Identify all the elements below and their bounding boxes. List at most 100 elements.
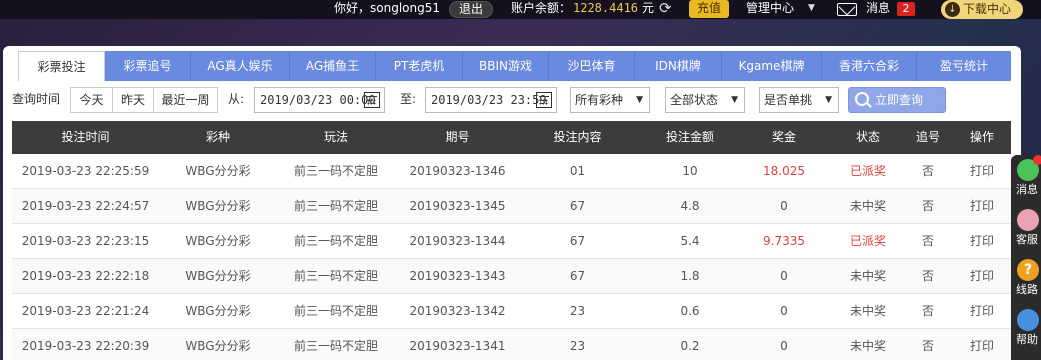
tab-lottery-bet[interactable]: 彩票投注 bbox=[18, 51, 105, 81]
sidebar-label: 帮助 bbox=[1016, 333, 1038, 346]
print-link[interactable]: 打印 bbox=[958, 224, 1006, 259]
filter-bar: 查询时间 今天 昨天 最近一周 从: 2019/03/23 00:00 至: 2… bbox=[3, 87, 1021, 115]
chevron-down-icon[interactable]: ▼ bbox=[808, 0, 815, 19]
cell-bet-content: 01 bbox=[569, 164, 586, 178]
download-center-button[interactable]: ↓ 下载中心 bbox=[941, 0, 1023, 19]
cell-issue: 20190323-1345 bbox=[409, 199, 506, 213]
print-link[interactable]: 打印 bbox=[958, 154, 1006, 189]
cell-chase: 否 bbox=[921, 269, 934, 283]
chevron-down-icon: ▼ bbox=[636, 95, 643, 105]
cell-status: 已派奖 bbox=[849, 234, 886, 248]
sidebar-label: 消息 bbox=[1016, 183, 1038, 196]
status-select[interactable]: 全部状态 ▼ bbox=[665, 87, 745, 113]
cell-play-type: 前三一码不定胆 bbox=[293, 339, 378, 353]
cell-bet-amount: 0.2 bbox=[680, 339, 700, 353]
tab-kgame-chess[interactable]: Kgame棋牌 bbox=[722, 51, 822, 81]
cell-chase: 否 bbox=[921, 339, 934, 353]
header-lottery: 彩种 bbox=[205, 130, 230, 144]
print-link[interactable]: 打印 bbox=[958, 329, 1006, 360]
cell-play-type: 前三一码不定胆 bbox=[293, 234, 378, 248]
tab-lottery-chase[interactable]: 彩票追号 bbox=[105, 51, 191, 81]
cell-bet-content: 23 bbox=[569, 304, 586, 318]
sidebar-item-help[interactable]: 帮助 bbox=[1011, 305, 1041, 355]
print-link[interactable]: 打印 bbox=[958, 259, 1006, 294]
calendar-icon[interactable] bbox=[536, 92, 552, 108]
sidebar-item-support[interactable]: 客服 bbox=[1011, 205, 1041, 255]
balance-unit: 元 bbox=[642, 1, 655, 15]
tab-idn-chess[interactable]: IDN棋牌 bbox=[635, 51, 722, 81]
cell-bet-amount: 5.4 bbox=[680, 234, 700, 248]
cell-play-type: 前三一码不定胆 bbox=[293, 164, 378, 178]
notification-dot bbox=[1033, 155, 1041, 165]
lottery-type-value: 所有彩种 bbox=[575, 93, 624, 107]
query-button[interactable]: 立即查询 bbox=[848, 87, 946, 113]
messages-link[interactable]: 消息 bbox=[866, 0, 890, 19]
header-bet-time: 投注时间 bbox=[61, 130, 110, 144]
tab-hk-mark-six[interactable]: 香港六合彩 bbox=[822, 51, 917, 81]
tab-ag-live[interactable]: AG真人娱乐 bbox=[191, 51, 290, 81]
tab-profit-loss[interactable]: 盈亏统计 bbox=[917, 51, 1011, 81]
chevron-down-icon: ▼ bbox=[825, 95, 832, 105]
sidebar-item-routes[interactable]: ? 线路 bbox=[1011, 255, 1041, 305]
cell-status: 未中奖 bbox=[849, 304, 886, 318]
management-center-menu[interactable]: 管理中心 bbox=[746, 0, 794, 19]
cell-prize: 0 bbox=[780, 304, 788, 318]
category-tabs: 彩票投注 彩票追号 AG真人娱乐 AG捕鱼王 PT老虎机 BBIN游戏 沙巴体育… bbox=[18, 51, 1011, 81]
cell-bet-time: 2019-03-23 22:22:18 bbox=[21, 269, 150, 283]
cell-lottery: WBG分分彩 bbox=[185, 304, 251, 318]
cell-bet-amount: 1.8 bbox=[680, 269, 700, 283]
cell-bet-time: 2019-03-23 22:21:24 bbox=[21, 304, 150, 318]
cell-play-type: 前三一码不定胆 bbox=[293, 269, 378, 283]
logout-button[interactable]: 退出 bbox=[449, 1, 493, 18]
header-prize: 奖金 bbox=[771, 130, 796, 144]
top-bar: 你好，songlong51 退出 账户余额： 1228.4416 元 ⟳ 充值 … bbox=[0, 0, 1041, 19]
to-date-input[interactable]: 2019/03/23 23:59 bbox=[425, 87, 557, 113]
yesterday-button[interactable]: 昨天 bbox=[112, 87, 154, 113]
download-icon: ↓ bbox=[945, 2, 960, 17]
cell-bet-content: 67 bbox=[569, 234, 586, 248]
cell-prize: 9.7335 bbox=[763, 234, 805, 248]
query-time-label: 查询时间 bbox=[12, 92, 61, 106]
cell-chase: 否 bbox=[921, 234, 934, 248]
search-icon bbox=[855, 92, 869, 106]
balance-value: 1228.4416 bbox=[573, 1, 639, 15]
cell-status: 未中奖 bbox=[849, 269, 886, 283]
from-date-value: 2019/03/23 00:00 bbox=[260, 93, 376, 107]
cell-issue: 20190323-1343 bbox=[409, 269, 506, 283]
header-action: 操作 bbox=[969, 130, 994, 144]
print-link[interactable]: 打印 bbox=[958, 189, 1006, 224]
calendar-icon[interactable] bbox=[364, 92, 380, 108]
table-row: 2019-03-23 22:22:18 WBG分分彩 前三一码不定胆 20190… bbox=[12, 259, 1011, 294]
question-icon: ? bbox=[1017, 259, 1039, 281]
single-bet-select[interactable]: 是否单挑 ▼ bbox=[759, 87, 839, 113]
tab-ag-fishing[interactable]: AG捕鱼王 bbox=[290, 51, 376, 81]
sidebar-label: 线路 bbox=[1016, 283, 1038, 296]
table-row: 2019-03-23 22:23:15 WBG分分彩 前三一码不定胆 20190… bbox=[12, 224, 1011, 259]
messages-count-badge: 2 bbox=[897, 2, 915, 16]
lottery-type-select[interactable]: 所有彩种 ▼ bbox=[570, 87, 650, 113]
greeting-text: 你好，songlong51 bbox=[334, 1, 440, 15]
floating-sidebar: 消息 客服 ? 线路 帮助 bbox=[1011, 155, 1041, 360]
cell-bet-time: 2019-03-23 22:24:57 bbox=[21, 199, 150, 213]
today-button[interactable]: 今天 bbox=[70, 87, 113, 113]
table-body: 2019-03-23 22:25:59 WBG分分彩 前三一码不定胆 20190… bbox=[12, 154, 1011, 360]
cell-issue: 20190323-1344 bbox=[409, 234, 506, 248]
cell-bet-amount: 4.8 bbox=[680, 199, 700, 213]
tab-saba-sports[interactable]: 沙巴体育 bbox=[549, 51, 635, 81]
download-label: 下载中心 bbox=[963, 2, 1012, 16]
refresh-icon[interactable]: ⟳ bbox=[659, 0, 672, 19]
main-panel: 彩票投注 彩票追号 AG真人娱乐 AG捕鱼王 PT老虎机 BBIN游戏 沙巴体育… bbox=[3, 46, 1021, 360]
recharge-button[interactable]: 充值 bbox=[689, 0, 729, 18]
print-link[interactable]: 打印 bbox=[958, 294, 1006, 329]
tab-bbin-games[interactable]: BBIN游戏 bbox=[463, 51, 549, 81]
status-value: 全部状态 bbox=[670, 93, 719, 107]
cell-play-type: 前三一码不定胆 bbox=[293, 304, 378, 318]
cell-lottery: WBG分分彩 bbox=[185, 234, 251, 248]
tab-pt-slots[interactable]: PT老虎机 bbox=[376, 51, 463, 81]
cell-prize: 18.025 bbox=[763, 164, 805, 178]
last-week-button[interactable]: 最近一周 bbox=[153, 87, 218, 113]
cell-chase: 否 bbox=[921, 199, 934, 213]
mail-icon[interactable] bbox=[837, 3, 857, 16]
sidebar-item-messages[interactable]: 消息 bbox=[1011, 155, 1041, 205]
from-date-input[interactable]: 2019/03/23 00:00 bbox=[254, 87, 385, 113]
